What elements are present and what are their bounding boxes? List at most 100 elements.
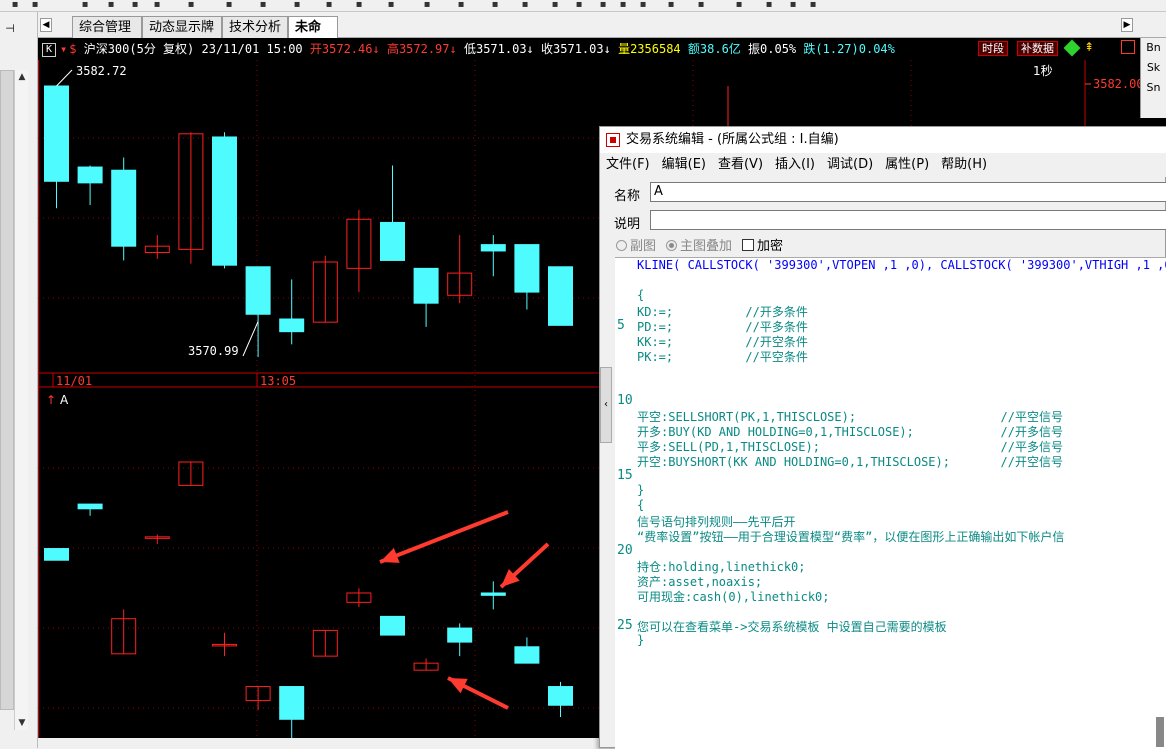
toolbar-icon[interactable]: ▪ <box>150 0 164 10</box>
quote-icon: ▾ <box>60 42 68 56</box>
left-scrollbar[interactable]: ▲ ▼ <box>14 70 28 730</box>
toolbar-icon[interactable]: ▪ <box>548 0 562 10</box>
checkbox-icon <box>742 239 754 251</box>
code-line: “费率设置”按钮——用于合理设置模型“费率”，以便在图形上正确输出如下帐户信 <box>637 530 1065 544</box>
tab-2[interactable]: 技术分析 <box>222 16 288 38</box>
scroll-down-icon[interactable]: ▼ <box>15 716 29 730</box>
toolbar-icon[interactable]: ▪ <box>104 0 118 10</box>
toolbar-icon[interactable]: ▪ <box>184 0 198 10</box>
tool-sn[interactable]: Sn <box>1141 78 1166 98</box>
toolbar-icon[interactable]: ▪ <box>384 0 398 10</box>
code-line: { <box>637 288 645 302</box>
symbol-label: 沪深300(5分 复权) 23/11/01 15:00 <box>83 42 303 56</box>
toolbar-icon[interactable]: ▪ <box>572 0 586 10</box>
tool-bn[interactable]: Bn <box>1141 38 1166 58</box>
code-line: 开空:BUYSHORT(KK AND HOLDING=0,1,THISCLOSE… <box>637 455 1064 469</box>
encrypt-checkbox[interactable]: 加密 <box>742 235 783 254</box>
main-candle-body <box>480 244 506 252</box>
sub-candle-body <box>77 503 103 510</box>
toolbar-icon[interactable]: ▪ <box>322 0 336 10</box>
toolbar-icon[interactable]: ▪ <box>806 0 820 10</box>
main-toolbar: ▪ ▪ ▪ ▪ ▪ ▪ ▪ ▪ ▪ ▪ ▪ ▪ ▪ ▪ ▪ ▪ ▪ ▪ ▪ ▪ ▪ ▪ ▪ ▪ ▪ ▪ ▪ ▪ <box>0 0 1166 12</box>
main-candle-body <box>212 136 237 266</box>
menu-file[interactable]: 文件(F) <box>600 153 656 177</box>
toolbar-icon[interactable]: ▪ <box>518 0 532 10</box>
change-value: 跌(1.27)0.04% <box>803 42 895 56</box>
lock-icon[interactable]: ⇞ <box>1084 40 1094 54</box>
toolbar-icon[interactable]: ▪ <box>664 0 678 10</box>
toolbar-icon[interactable]: ▪ <box>732 0 746 10</box>
toolbar-icon[interactable]: ▪ <box>454 0 468 10</box>
toolbar-icon[interactable]: ▪ <box>786 0 800 10</box>
tab-prev-icon[interactable]: ◀ <box>40 18 52 32</box>
close-chart-icon[interactable] <box>1121 40 1135 54</box>
time-label: 13:05 <box>260 374 296 388</box>
radio-subchart[interactable]: 副图 <box>616 235 656 254</box>
tab-1[interactable]: 动态显示牌 <box>142 16 222 38</box>
toolbar-icon[interactable]: ▪ <box>128 0 142 10</box>
toolbar-icon[interactable]: ▪ <box>420 0 434 10</box>
code-line: PK:=; //平空条件 <box>637 350 808 364</box>
toolbar-icon[interactable]: ▪ <box>222 0 236 10</box>
pin-icon[interactable]: ⊣ <box>0 22 20 35</box>
menu-property[interactable]: 属性(P) <box>879 153 935 177</box>
tab-next-icon[interactable]: ▶ <box>1121 18 1133 32</box>
toolbar-icon[interactable]: ▪ <box>694 0 708 10</box>
toolbar-icon[interactable]: ▪ <box>762 0 776 10</box>
toolbar-icon[interactable]: ▪ <box>616 0 630 10</box>
radio-icon <box>616 240 627 251</box>
low-label: 3570.99 <box>188 344 239 358</box>
toolbar-icon[interactable]: ▪ <box>352 0 366 10</box>
sub-candle-body <box>480 592 506 596</box>
scroll-up-icon[interactable]: ▲ <box>15 70 29 84</box>
low-value: 低3571.03↓ <box>463 42 534 56</box>
toolbar-icon[interactable]: ▪ <box>488 0 502 10</box>
line-number: 10 <box>617 393 633 408</box>
left-panel: ⊣ ▲ ▼ <box>0 12 38 748</box>
toolbar-icon[interactable]: ▪ <box>636 0 650 10</box>
menu-debug[interactable]: 调试(D) <box>821 153 879 177</box>
main-candle-body <box>111 169 137 247</box>
editor-title: 交易系统编辑 - (所属公式组 : I.自编) <box>626 132 839 147</box>
menu-help[interactable]: 帮助(H) <box>935 153 993 177</box>
period-badge[interactable]: K <box>42 42 56 57</box>
right-price-label: 3582.00 <box>1093 77 1144 91</box>
editor-scroll-thumb[interactable] <box>1156 717 1164 747</box>
period-button[interactable]: 时段 <box>978 41 1008 56</box>
name-label: 名称 <box>614 189 641 204</box>
line-number: 20 <box>617 543 633 558</box>
supplement-data-button[interactable]: 补数据 <box>1017 41 1058 56</box>
sub-candle-body <box>279 686 305 720</box>
toolbar-icon[interactable]: ▪ <box>256 0 270 10</box>
editor-title-bar[interactable]: 交易系统编辑 - (所属公式组 : I.自编) <box>600 127 1166 153</box>
toolbar-icon[interactable]: ▪ <box>28 0 42 10</box>
tool-sk[interactable]: Sk <box>1141 58 1166 78</box>
name-field[interactable]: A <box>650 182 1166 202</box>
tab-3[interactable]: 未命名 <box>288 16 338 57</box>
line-number: 15 <box>617 468 633 483</box>
sub-candle-body <box>548 686 573 706</box>
collapse-panel-icon[interactable]: ‹ <box>600 367 612 443</box>
open-value: 开3572.46↓ <box>309 42 380 56</box>
menu-edit[interactable]: 编辑(E) <box>656 153 712 177</box>
line-number: 5 <box>617 318 625 333</box>
main-candle-body <box>413 267 439 304</box>
side-panel <box>0 70 14 710</box>
editor-app-icon <box>606 133 620 147</box>
close-value: 收3571.03↓ <box>541 42 611 56</box>
toolbar-icon[interactable]: ▪ <box>8 0 22 10</box>
radio-main-overlay[interactable]: 主图叠加 <box>666 235 732 254</box>
toolbar-icon[interactable]: ▪ <box>290 0 304 10</box>
tab-0[interactable]: 综合管理 <box>72 16 142 38</box>
menu-insert[interactable]: 插入(I) <box>769 153 821 177</box>
formula-editor-window[interactable]: 交易系统编辑 - (所属公式组 : I.自编) 文件(F) 编辑(E) 查看(V) 插… <box>599 126 1166 749</box>
toolbar-icon[interactable]: ▪ <box>78 0 92 10</box>
code-line: { <box>637 498 645 512</box>
main-candle-body <box>279 318 305 333</box>
line-number: 25 <box>617 618 633 633</box>
toolbar-icon[interactable]: ▪ <box>596 0 610 10</box>
code-editor[interactable]: 5 10 15 20 25 KLINE( CALLSTOCK( '399300'… <box>615 257 1166 749</box>
desc-field[interactable] <box>650 210 1166 230</box>
menu-view[interactable]: 查看(V) <box>712 153 769 177</box>
main-candle-body <box>514 244 540 293</box>
